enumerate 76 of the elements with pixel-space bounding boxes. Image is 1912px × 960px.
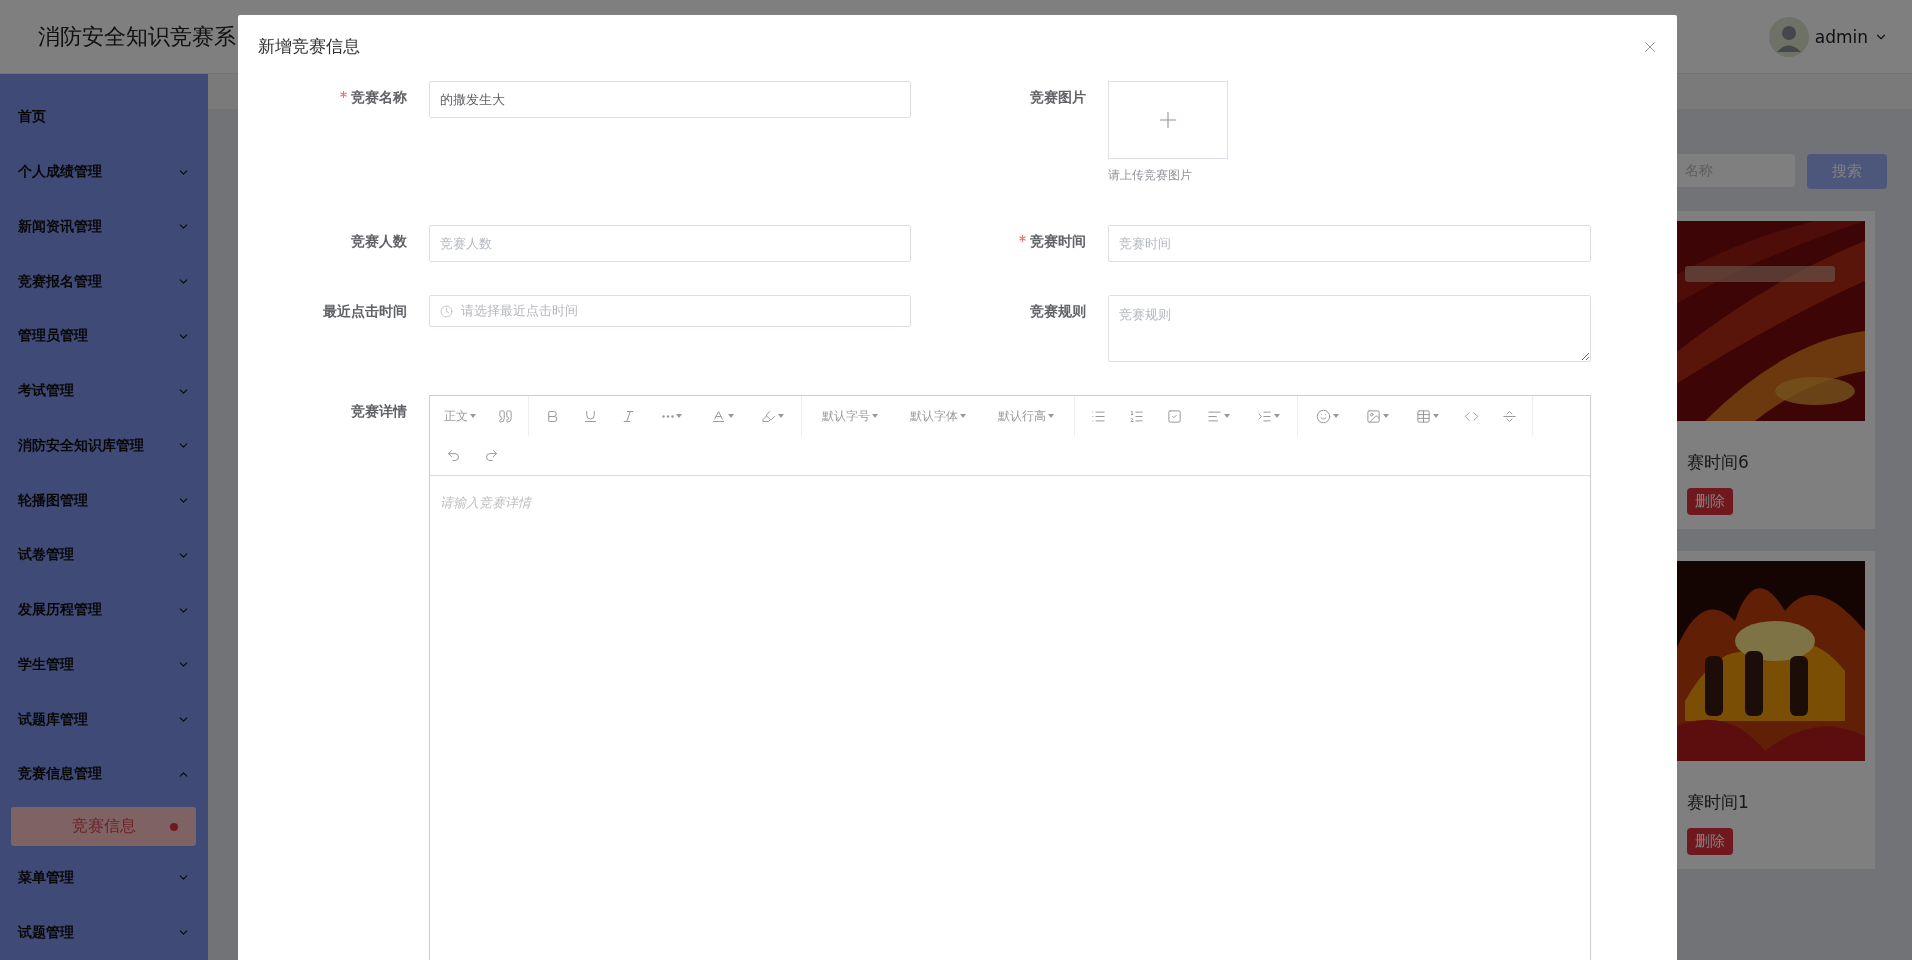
more-icon <box>662 414 674 418</box>
toolbar-dropdown[interactable]: 正文 <box>434 401 486 431</box>
caret-icon <box>1223 414 1230 418</box>
card-title: 赛时间6 <box>1686 451 1750 474</box>
menu-item[interactable]: 消防安全知识库管理 <box>0 418 208 474</box>
toolbar-dropdown[interactable]: 默认字号 <box>806 401 894 431</box>
divider-icon <box>1501 408 1517 424</box>
caret-icon <box>1273 414 1280 418</box>
caret-icon <box>777 414 784 418</box>
font-color-icon <box>710 408 726 424</box>
underline-icon <box>582 408 598 424</box>
caret-icon <box>470 414 476 418</box>
undo-icon <box>445 448 461 463</box>
toolbar-dropdown[interactable]: 默认行高 <box>982 401 1070 431</box>
menu-item[interactable]: 轮播图管理 <box>0 473 208 528</box>
user-menu[interactable]: admin <box>1768 16 1888 57</box>
field-label: 竞赛名称 <box>258 81 407 192</box>
menu-item[interactable]: 个人成绩管理 <box>0 144 208 200</box>
upload-button[interactable] <box>1108 81 1228 159</box>
required-icon <box>1019 235 1026 242</box>
indent-icon <box>1256 408 1272 424</box>
input-field[interactable]: 竞赛时间 <box>1108 225 1591 262</box>
align-icon <box>1206 408 1222 424</box>
submenu-item[interactable]: 竞赛信息 <box>11 806 196 846</box>
field-label: 最近点击时间 <box>322 302 407 321</box>
toolbar-dropdown[interactable]: 默认字体 <box>894 401 982 431</box>
date-field[interactable]: 请选择最近点击时间 <box>429 295 911 327</box>
caret-icon <box>1432 414 1439 418</box>
field-label: 竞赛规则 <box>1029 302 1086 321</box>
caret-icon <box>1382 414 1389 418</box>
caret-icon <box>1048 414 1054 418</box>
caret-icon <box>676 414 682 418</box>
menu-item[interactable]: 竞赛信息管理 <box>0 747 208 802</box>
rich-text-editor[interactable]: 正文 默认字号 默认字体 默认行高 请输入竞赛详情 <box>429 395 1591 960</box>
caret-icon <box>960 414 966 418</box>
menu-item[interactable]: 试题管理 <box>0 905 208 960</box>
menu-item[interactable]: 首页 <box>0 90 208 145</box>
menu-item[interactable]: 菜单管理 <box>0 850 208 906</box>
menu-item[interactable]: 考试管理 <box>0 363 208 419</box>
menu-item[interactable]: 学生管理 <box>0 637 208 693</box>
highlight-icon <box>760 408 776 424</box>
italic-icon <box>620 408 636 424</box>
textarea-field[interactable]: 竞赛规则 <box>1108 295 1591 362</box>
checkbox-icon <box>1166 408 1182 424</box>
bullet-list-icon <box>1090 408 1106 424</box>
delete-button[interactable]: 删除 <box>1687 828 1733 855</box>
editor-placeholder: 请输入竞赛详情 <box>440 495 531 510</box>
delete-button[interactable]: 删除 <box>1687 488 1733 515</box>
caret-icon <box>872 414 878 418</box>
upload-hint: 请上传竞赛图片 <box>1108 167 1193 184</box>
field-label: 竞赛详情 <box>350 402 407 421</box>
image-icon <box>1365 408 1381 424</box>
app-title: 消防安全知识竞赛系 <box>38 22 236 51</box>
menu-item[interactable]: 试题库管理 <box>0 692 208 747</box>
table-icon <box>1415 408 1431 424</box>
menu-item[interactable]: 管理员管理 <box>0 309 208 364</box>
field-label: 竞赛时间 <box>933 225 1086 262</box>
menu-item[interactable]: 试卷管理 <box>0 528 208 583</box>
caret-icon <box>727 414 734 418</box>
input-field[interactable]: 竞赛人数 <box>429 225 911 262</box>
clock-icon <box>440 304 453 318</box>
menu-item[interactable]: 发展历程管理 <box>0 582 208 638</box>
quote-icon <box>497 408 513 424</box>
emoji-icon <box>1315 408 1331 424</box>
numbered-list-icon <box>1128 408 1144 424</box>
redo-icon <box>483 448 499 463</box>
menu-item[interactable]: 新闻资讯管理 <box>0 199 208 255</box>
menu-item[interactable]: 竞赛报名管理 <box>0 254 208 309</box>
field-label: 竞赛图片 <box>1029 88 1086 107</box>
field-label: 竞赛人数 <box>350 232 407 251</box>
card-title: 赛时间1 <box>1686 791 1750 814</box>
dialog-title: 新增竞赛信息 <box>258 35 360 58</box>
required-icon <box>340 91 347 98</box>
caret-icon <box>1332 414 1339 418</box>
avatar-icon <box>1768 16 1809 57</box>
input-field[interactable]: 的撒发生大 <box>429 81 911 118</box>
